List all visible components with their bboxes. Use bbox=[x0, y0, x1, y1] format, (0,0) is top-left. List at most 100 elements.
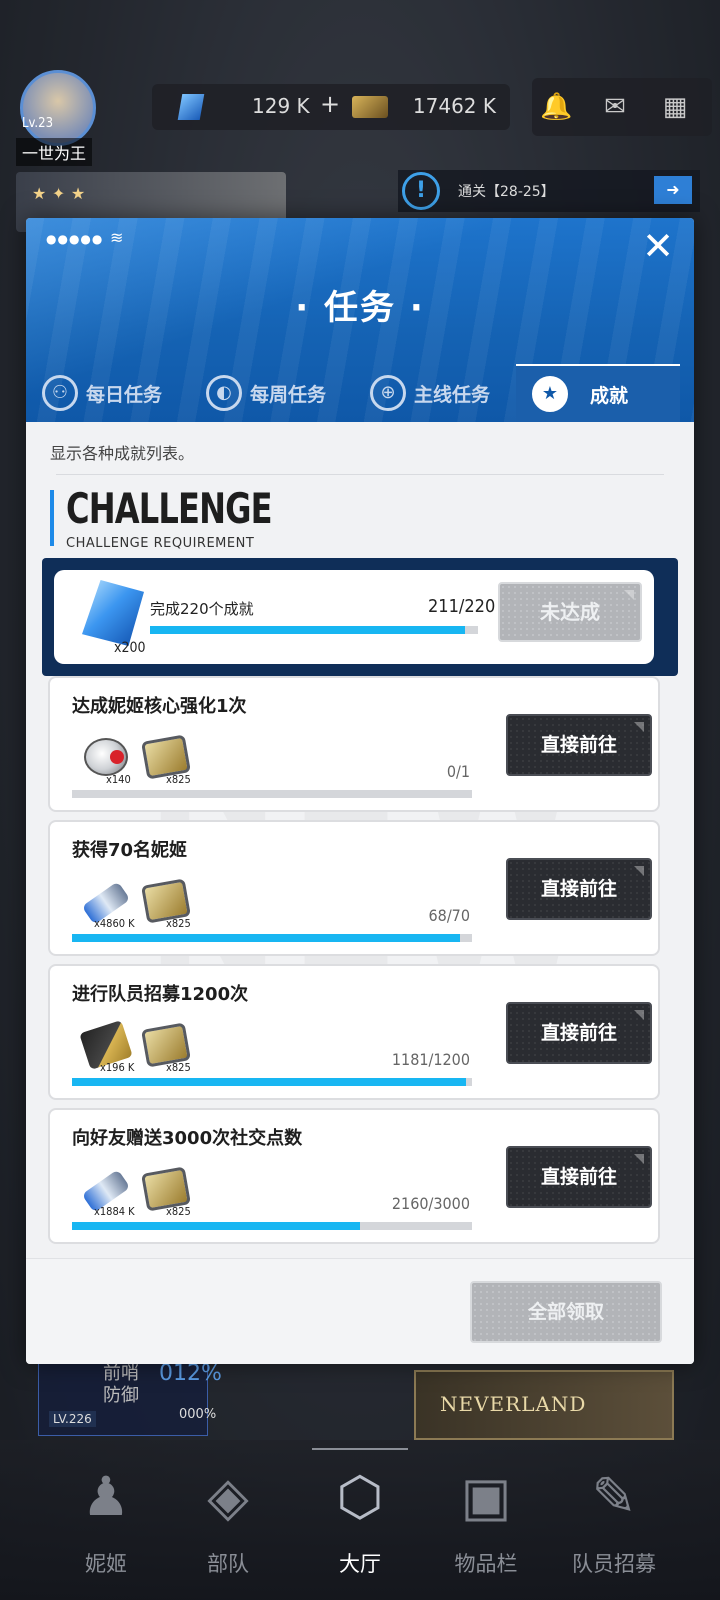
outpost-level: LV.226 bbox=[49, 1411, 96, 1427]
go-now-button[interactable]: 直接前往 bbox=[506, 1002, 652, 1064]
task-progress-bar bbox=[72, 934, 472, 942]
nikke-icon: ♟ bbox=[81, 1465, 131, 1528]
credit-count: 17462 K bbox=[412, 94, 496, 118]
challenge-progress-text: 211/220 bbox=[428, 596, 496, 617]
nav-squad[interactable]: ◈ 部队 bbox=[168, 1462, 288, 1582]
task-progress-text: 1181/1200 bbox=[391, 1050, 470, 1069]
go-now-button[interactable]: 直接前往 bbox=[506, 858, 652, 920]
tab-achievements[interactable]: ★ 成就 bbox=[516, 364, 680, 422]
tab-label: 每日任务 bbox=[86, 383, 163, 406]
tab-label: 成就 bbox=[590, 384, 629, 407]
neverland-banner[interactable]: NEVERLAND bbox=[414, 1370, 674, 1440]
modal-footer: 全部领取 bbox=[26, 1258, 694, 1364]
section-subtitle: CHALLENGE REQUIREMENT bbox=[66, 536, 255, 551]
menu-grid-icon[interactable]: ▦ bbox=[660, 92, 690, 122]
outpost-percent: 012% bbox=[159, 1361, 222, 1386]
modal-title: · 任务 · bbox=[295, 288, 425, 328]
nav-inventory[interactable]: ▣ 物品栏 bbox=[426, 1462, 546, 1582]
challenge-card: x200 完成220个成就 211/220 未达成 bbox=[42, 558, 678, 676]
alert-icon: ! bbox=[402, 172, 440, 210]
tab-label: 主线任务 bbox=[414, 383, 491, 406]
reward-item[interactable]: x140 bbox=[80, 736, 132, 786]
task-progress-bar bbox=[72, 1222, 472, 1230]
signal-indicator: ●●●●● bbox=[46, 232, 104, 246]
outpost-percent-2: 000% bbox=[179, 1407, 217, 1422]
nav-label: 部队 bbox=[207, 1552, 249, 1576]
close-button[interactable]: ✕ bbox=[640, 227, 676, 266]
task-title: 进行队员招募1200次 bbox=[72, 984, 249, 1005]
claim-all-button[interactable]: 全部领取 bbox=[470, 1281, 662, 1343]
task-progress-bar bbox=[72, 1078, 472, 1086]
task-card: 达成妮姬核心强化1次 x140 x825 0/1 直接前往 bbox=[48, 676, 660, 812]
gem-count: 129 K bbox=[252, 94, 310, 118]
reward-qty: x825 bbox=[166, 773, 191, 786]
tab-main[interactable]: ⊕ 主线任务 bbox=[370, 364, 490, 422]
outpost-label: 前哨 防御 bbox=[103, 1363, 139, 1406]
event-banner-art: ★ ✦ ★ bbox=[32, 184, 86, 203]
nav-recruit[interactable]: ✎ 队员招募 bbox=[554, 1462, 674, 1582]
go-now-button[interactable]: 直接前往 bbox=[506, 714, 652, 776]
tab-label: 每周任务 bbox=[250, 383, 327, 406]
globe-icon: ⊕ bbox=[370, 375, 406, 411]
nav-lobby[interactable]: ⬡ 大厅 bbox=[300, 1462, 420, 1582]
reward-item[interactable]: x1884 K bbox=[80, 1168, 135, 1218]
wifi-icon: ≋ bbox=[110, 228, 124, 247]
task-progress-fill bbox=[72, 934, 461, 942]
neverland-label: NEVERLAND bbox=[440, 1392, 587, 1416]
daily-icon: ⚇ bbox=[42, 375, 78, 411]
tab-description: 显示各种成就列表。 bbox=[50, 444, 195, 463]
task-progress-text: 0/1 bbox=[446, 762, 470, 781]
reward-qty: x825 bbox=[166, 1205, 191, 1218]
nav-active-indicator bbox=[312, 1448, 408, 1450]
star-icon: ★ bbox=[532, 376, 568, 412]
task-progress-fill bbox=[72, 1078, 466, 1086]
nav-label: 队员招募 bbox=[572, 1552, 656, 1576]
reward-qty: x1884 K bbox=[94, 1205, 135, 1218]
challenge-progress-bar bbox=[150, 626, 478, 634]
reward-item[interactable]: x196 K bbox=[79, 1020, 134, 1074]
bottom-nav: ♟ 妮姬 ◈ 部队 ⬡ 大厅 ▣ 物品栏 ✎ 队员招募 bbox=[0, 1440, 720, 1600]
outpost-defense-widget[interactable]: 前哨 防御 012% 000% LV.226 bbox=[38, 1356, 222, 1436]
challenge-status-button[interactable]: 未达成 bbox=[498, 582, 642, 642]
task-progress-bar bbox=[72, 790, 472, 798]
quest-hint[interactable]: ! 通关【28-25】 ➜ bbox=[398, 170, 700, 212]
credit-icon bbox=[352, 96, 388, 118]
section-accent bbox=[50, 490, 54, 546]
task-card: 获得70名妮姬 x4860 K x825 68/70 直接前往 bbox=[48, 820, 660, 956]
reward-item[interactable]: x825 bbox=[140, 1166, 192, 1218]
challenge-progress-fill bbox=[150, 626, 465, 634]
bell-icon[interactable]: 🔔 bbox=[540, 92, 572, 122]
arrow-right-icon[interactable]: ➜ bbox=[654, 176, 692, 204]
reward-qty: x825 bbox=[166, 1061, 191, 1074]
top-icon-group: 🔔 ✉ ▦ bbox=[532, 78, 712, 136]
lobby-icon: ⬡ bbox=[336, 1465, 384, 1528]
reward-qty: x825 bbox=[166, 917, 191, 930]
inventory-icon: ▣ bbox=[460, 1465, 512, 1528]
reward-item[interactable]: x825 bbox=[140, 1022, 192, 1074]
weekly-icon: ◐ bbox=[206, 375, 242, 411]
tab-weekly[interactable]: ◐ 每周任务 bbox=[206, 364, 326, 422]
gem-icon bbox=[177, 94, 205, 120]
crystal-reward-icon bbox=[82, 580, 144, 646]
challenge-task: 完成220个成就 bbox=[150, 600, 254, 618]
nav-label: 物品栏 bbox=[454, 1552, 518, 1576]
mail-icon[interactable]: ✉ bbox=[600, 92, 630, 122]
add-gems-button[interactable]: + bbox=[320, 90, 340, 118]
task-list[interactable]: 达成妮姬核心强化1次 x140 x825 0/1 直接前往 获得70名妮姬 x4… bbox=[26, 676, 694, 1258]
section-title: CHALLENGE bbox=[66, 484, 273, 533]
tab-daily[interactable]: ⚇ 每日任务 bbox=[42, 364, 162, 422]
nav-label: 妮姬 bbox=[85, 1552, 127, 1576]
lobby-top-bar: Lv.23 一世为王 129 K + 17462 K 🔔 ✉ ▦ bbox=[0, 66, 720, 166]
avatar[interactable] bbox=[20, 70, 96, 146]
go-now-button[interactable]: 直接前往 bbox=[506, 1146, 652, 1208]
modal-header: ●●●●● ≋ ✕ · 任务 · ⚇ 每日任务 ◐ 每周任务 ⊕ 主线任务 ★ … bbox=[26, 218, 694, 422]
reward-item[interactable]: x825 bbox=[140, 878, 192, 930]
task-title: 达成妮姬核心强化1次 bbox=[72, 696, 247, 717]
nav-nikke[interactable]: ♟ 妮姬 bbox=[46, 1462, 166, 1582]
reward-item[interactable]: x825 bbox=[140, 734, 192, 786]
currency-bar: 129 K + 17462 K bbox=[152, 84, 510, 130]
reward-item[interactable]: x4860 K bbox=[80, 880, 135, 930]
username: 一世为王 bbox=[16, 138, 93, 166]
task-progress-text: 2160/3000 bbox=[391, 1194, 470, 1213]
task-card: 向好友赠送3000次社交点数 x1884 K x825 2160/3000 直接… bbox=[48, 1108, 660, 1244]
